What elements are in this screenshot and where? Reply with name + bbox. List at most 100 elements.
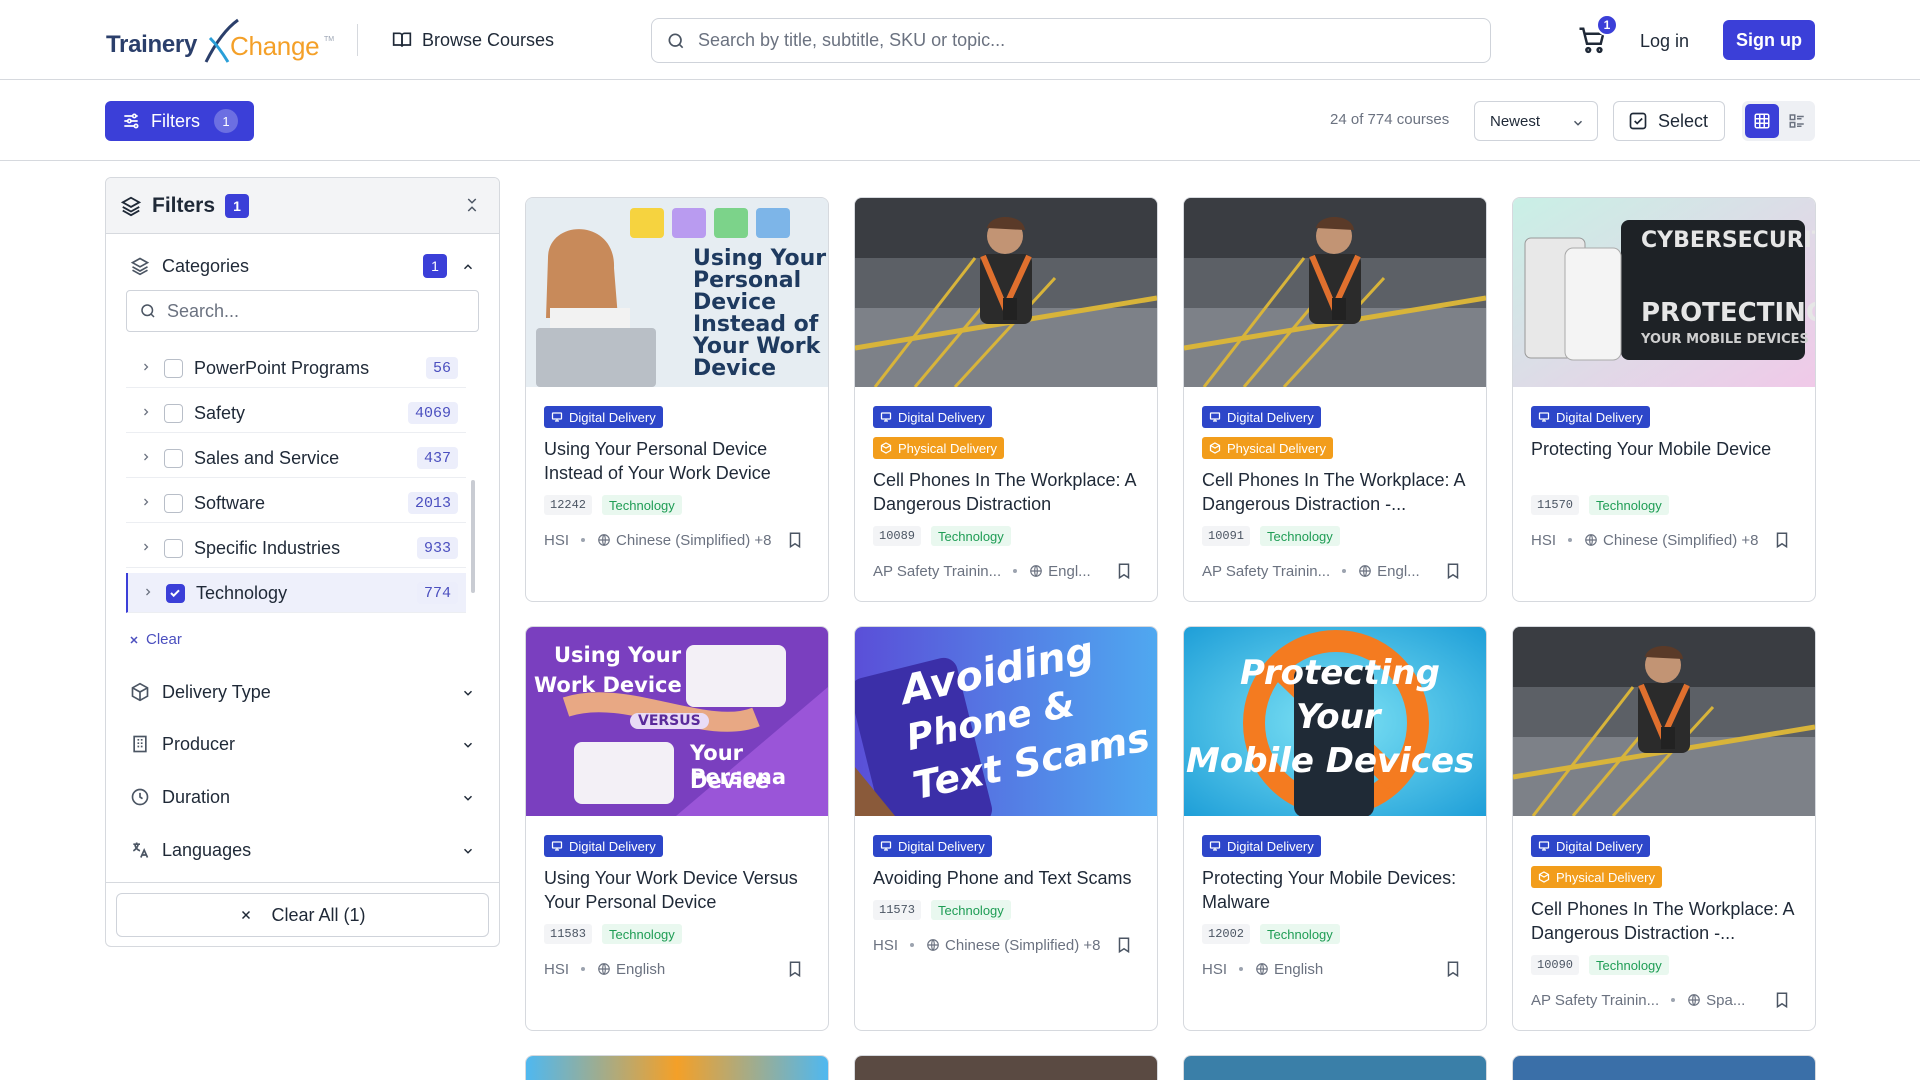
course-card[interactable]: CYBERSECURITY PROTECTING YOUR MOBILE DEV… (1512, 197, 1816, 602)
course-title[interactable]: Cell Phones In The Workplace: A Dangerou… (1531, 897, 1806, 945)
course-search-box[interactable] (651, 18, 1491, 63)
category-label: Technology (196, 583, 288, 603)
course-card[interactable]: Digital Delivery Physical Delivery Cell … (854, 197, 1158, 602)
bookmark-icon[interactable] (786, 960, 804, 978)
bookmark-icon[interactable] (1115, 562, 1133, 580)
list-view-button[interactable] (1781, 104, 1813, 138)
course-title[interactable]: Protecting Your Mobile Devices: Malware (1202, 866, 1477, 914)
delivery-type-section-header[interactable]: Delivery Type (106, 672, 499, 712)
course-card[interactable]: Avoiding Phone & Text Scams Digital Deli… (854, 626, 1158, 1031)
login-button[interactable]: Log in (1630, 24, 1699, 58)
thumb-title-line: YOUR MOBILE DEVICES (1641, 332, 1809, 347)
course-search-input[interactable] (698, 30, 1478, 51)
languages-section-header[interactable]: Languages (106, 830, 499, 870)
course-card[interactable]: Using Your Work Device VERSUS Your Perso… (525, 626, 829, 1031)
separator-dot (1568, 538, 1573, 542)
tag-label: Digital Delivery (1556, 838, 1643, 854)
category-item[interactable]: Specific Industries 933 (126, 528, 466, 568)
bookmark-icon[interactable] (1773, 991, 1791, 1009)
collapse-panel-button[interactable] (463, 196, 481, 217)
trainery-change-logo[interactable]: Trainery Change TM (106, 14, 336, 66)
course-card-partial[interactable] (1183, 1055, 1487, 1080)
category-checkbox[interactable] (164, 539, 183, 558)
category-checkbox[interactable] (164, 404, 183, 423)
chevron-right-icon[interactable] (140, 496, 152, 508)
category-item[interactable]: Software 2013 (126, 483, 466, 523)
course-thumbnail: CYBERSECURITY PROTECTING YOUR MOBILE DEV… (1513, 198, 1815, 387)
checkbox-square-icon (1629, 112, 1647, 130)
globe-icon (1359, 565, 1371, 577)
course-title[interactable]: Protecting Your Mobile Device (1531, 437, 1806, 485)
course-thumbnail (526, 1056, 828, 1080)
category-checkbox[interactable] (164, 359, 183, 378)
course-title[interactable]: Avoiding Phone and Text Scams (873, 866, 1148, 890)
chevron-right-icon[interactable] (140, 451, 152, 463)
course-title[interactable]: Using Your Personal Device Instead of Yo… (544, 437, 819, 485)
course-title[interactable]: Cell Phones In The Workplace: A Dangerou… (1202, 468, 1477, 516)
bookmark-icon[interactable] (1444, 562, 1462, 580)
grid-view-button[interactable] (1745, 104, 1779, 138)
bookmark-icon[interactable] (1773, 531, 1791, 549)
category-checkbox[interactable] (164, 494, 183, 513)
course-card-partial[interactable] (854, 1055, 1158, 1080)
language-label: Engl... (1377, 562, 1420, 580)
category-list-scrollbar[interactable] (471, 480, 475, 593)
signup-button[interactable]: Sign up (1723, 20, 1815, 60)
package-icon (131, 682, 149, 702)
course-card[interactable]: Digital Delivery Physical Delivery Cell … (1183, 197, 1487, 602)
translate-icon (132, 842, 149, 858)
course-card-partial[interactable] (525, 1055, 829, 1080)
clear-all-filters-button[interactable]: Clear All (1) (116, 893, 489, 937)
category-checkbox[interactable] (164, 449, 183, 468)
filters-toggle-button[interactable]: Filters 1 (105, 101, 254, 141)
bookmark-icon[interactable] (786, 531, 804, 549)
list-icon (1789, 114, 1804, 128)
course-producer-row: HSI English (544, 958, 814, 980)
category-item-technology[interactable]: Technology 774 (126, 573, 466, 613)
category-search-box[interactable] (126, 290, 479, 332)
filters-sidebar: Filters 1 Categories 1 PowerPoint Progra… (105, 177, 500, 947)
course-producer: HSI (544, 960, 570, 978)
physical-delivery-tag: Physical Delivery (1531, 866, 1662, 888)
producer-section-header[interactable]: Producer (106, 724, 499, 764)
select-mode-button[interactable]: Select (1613, 101, 1725, 141)
category-label: Specific Industries (194, 538, 341, 558)
category-item[interactable]: Sales and Service 437 (126, 438, 466, 478)
logo-trademark: TM (324, 36, 335, 43)
course-card[interactable]: Digital Delivery Physical Delivery Cell … (1512, 626, 1816, 1031)
course-producer: AP Safety Trainin... (1202, 562, 1331, 580)
course-language: English (1255, 961, 1323, 978)
cart-button[interactable]: 1 (1572, 14, 1618, 60)
category-checkbox-checked[interactable] (166, 584, 185, 603)
chevron-right-icon[interactable] (140, 541, 152, 553)
course-title[interactable]: Cell Phones In The Workplace: A Dangerou… (873, 468, 1148, 516)
category-item[interactable]: Safety 4069 (126, 393, 466, 433)
monitor-icon (551, 841, 563, 851)
digital-delivery-tag: Digital Delivery (873, 835, 992, 857)
course-card-partial[interactable] (1512, 1055, 1816, 1080)
results-toolbar: Filters 1 24 of 774 courses Newest Selec… (0, 80, 1920, 161)
categories-count-badge: 1 (423, 254, 447, 278)
cart-count-badge: 1 (1596, 14, 1618, 36)
course-card[interactable]: Protecting Your Mobile Devices Digital D… (1183, 626, 1487, 1031)
category-item[interactable]: PowerPoint Programs 56 (126, 348, 466, 388)
course-language: English (597, 961, 665, 978)
bookmark-icon[interactable] (1444, 960, 1462, 978)
clear-categories-link[interactable]: Clear (128, 631, 182, 648)
categories-section-header[interactable]: Categories 1 (106, 246, 499, 286)
layers-icon (120, 196, 142, 216)
course-card[interactable]: Using Your Personal Device Instead of Yo… (525, 197, 829, 602)
chevron-right-icon[interactable] (140, 361, 152, 373)
course-thumbnail (1513, 627, 1815, 816)
course-title[interactable]: Using Your Work Device Versus Your Perso… (544, 866, 819, 914)
sort-select[interactable]: Newest (1474, 101, 1598, 141)
digital-delivery-tag: Digital Delivery (1531, 406, 1650, 428)
categories-label: Categories (162, 255, 250, 276)
chevron-right-icon[interactable] (140, 406, 152, 418)
chevron-right-icon[interactable] (142, 586, 154, 598)
bookmark-icon[interactable] (1115, 936, 1133, 954)
duration-section-header[interactable]: Duration (106, 777, 499, 817)
category-search-input[interactable] (167, 300, 467, 322)
browse-courses-button[interactable]: Browse Courses (392, 26, 554, 54)
course-thumbnail (855, 1056, 1157, 1080)
